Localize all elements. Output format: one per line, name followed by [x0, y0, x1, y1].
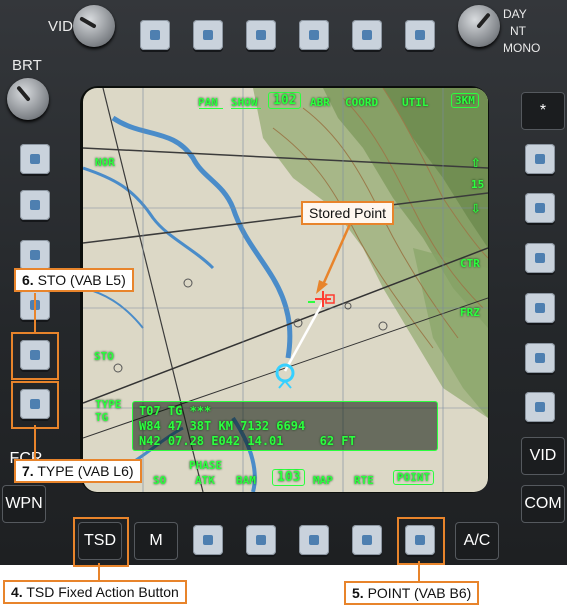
map-label: MAP — [313, 474, 333, 487]
map-scale-label: 3KM — [451, 93, 479, 108]
vab-t3[interactable] — [246, 20, 276, 50]
m-button[interactable]: M — [134, 522, 178, 560]
brt-knob[interactable] — [7, 78, 49, 120]
rte-label: RTE — [354, 474, 374, 487]
frz-label: FRZ — [460, 306, 480, 319]
sto-label: STO — [94, 350, 114, 363]
vid-knob[interactable] — [73, 5, 115, 47]
type-callout: 7. TYPE (VAB L6) — [14, 459, 142, 483]
vab-b2[interactable] — [193, 525, 223, 555]
type-value: TG — [95, 411, 109, 424]
vab-b5[interactable] — [352, 525, 382, 555]
tsd-callout: 4. TSD Fixed Action Button — [3, 580, 187, 604]
com-button[interactable]: COM — [521, 485, 565, 523]
day-label: DAY — [503, 7, 527, 21]
vab-b4[interactable] — [299, 525, 329, 555]
zoom-down-arrow-icon: ⇩ — [471, 198, 481, 217]
brt-knob-label: BRT — [12, 57, 42, 74]
vab-r4[interactable] — [525, 293, 555, 323]
abr-label: ABR — [310, 96, 330, 109]
util-label: UTIL — [402, 96, 429, 109]
page-number-top: 102 — [268, 92, 302, 109]
vab-b3[interactable] — [246, 525, 276, 555]
vab-r5[interactable] — [525, 343, 555, 373]
page-number-bottom: 103 — [272, 469, 306, 486]
type-highlight — [11, 381, 59, 429]
data-line-3: N42 07.28 E042 14.01 62 FT — [139, 434, 356, 448]
data-line-2: W84 47 38T KM 7132 6694 — [139, 419, 306, 433]
vab-r6[interactable] — [525, 392, 555, 422]
bam-label: BAM — [236, 474, 256, 487]
vab-l1[interactable] — [20, 144, 50, 174]
atk-label: ATK — [195, 474, 215, 487]
vid-button[interactable]: VID — [521, 437, 565, 475]
point-callout: 5. POINT (VAB B6) — [344, 581, 480, 605]
so-label: SO — [153, 474, 167, 487]
sto-highlight — [11, 332, 59, 380]
vab-l3[interactable] — [20, 240, 50, 270]
vab-t5[interactable] — [352, 20, 382, 50]
point-label: POINT — [393, 470, 435, 485]
wpn-button[interactable]: WPN — [2, 485, 46, 523]
zoom-up-arrow-icon: ⇧ — [471, 152, 481, 171]
point-highlight — [397, 517, 445, 565]
vab-t6[interactable] — [405, 20, 435, 50]
stored-point-arrow — [316, 223, 352, 294]
vab-t4[interactable] — [299, 20, 329, 50]
vid-knob-label: VID — [48, 18, 74, 35]
ctr-label: CTR — [460, 257, 480, 270]
mono-label: MONO — [503, 41, 541, 55]
vab-t1[interactable] — [140, 20, 170, 50]
sto-callout: 6. STO (VAB L5) — [14, 268, 134, 292]
mode-knob[interactable] — [458, 5, 500, 47]
star-button[interactable]: * — [521, 92, 565, 130]
vab-t2[interactable] — [193, 20, 223, 50]
nor-label: NOR — [95, 156, 115, 169]
data-line-1: T07 TG *** — [139, 404, 212, 418]
vab-l2[interactable] — [20, 190, 50, 220]
vab-r3[interactable] — [525, 243, 555, 273]
vab-r1[interactable] — [525, 144, 555, 174]
zoom-level: 15 — [471, 178, 485, 191]
tsd-highlight — [73, 517, 129, 567]
ac-button[interactable]: A/C — [455, 522, 499, 560]
nt-label: NT — [510, 24, 526, 38]
coord-label: COORD — [345, 96, 379, 109]
type-label: TYPE — [95, 398, 122, 411]
vab-r2[interactable] — [525, 193, 555, 223]
phase-label: PHASE — [189, 459, 223, 472]
